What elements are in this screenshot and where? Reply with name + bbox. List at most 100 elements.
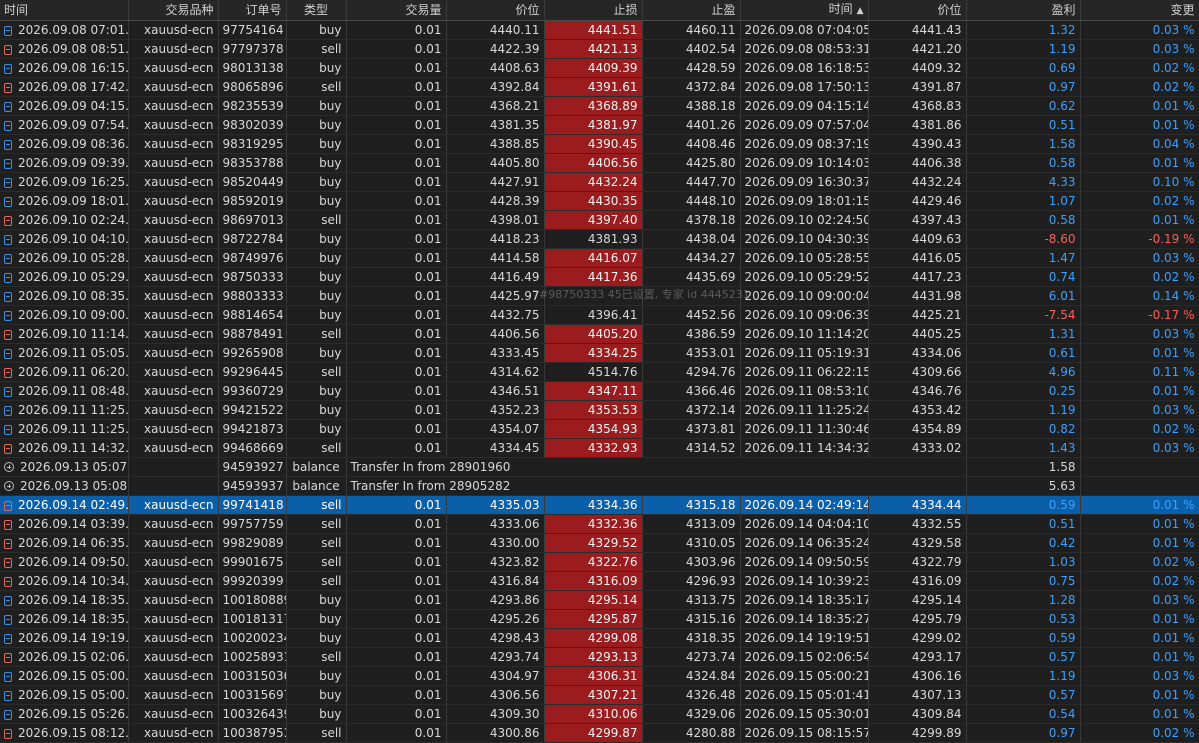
- table-row[interactable]: 2026.09.10 08:35... xauusd-ecn 98803333 buy…: [0, 286, 1199, 306]
- header-close-time[interactable]: 时间 ▲: [740, 0, 869, 21]
- table-row[interactable]: 2026.09.11 08:48... xauusd-ecn 99360729 buy…: [0, 381, 1199, 401]
- table-row[interactable]: 2026.09.14 18:35... xauusd-ecn 100180889 bu…: [0, 590, 1199, 610]
- cell-profit: 0.51: [966, 514, 1081, 534]
- cell-symbol: xauusd-ecn: [128, 267, 219, 287]
- table-row[interactable]: 2026.09.09 09:39... xauusd-ecn 98353788 buy…: [0, 153, 1199, 173]
- table-row[interactable]: 2026.09.11 11:25... xauusd-ecn 99421522 buy…: [0, 400, 1199, 420]
- header-type[interactable]: 类型: [286, 0, 347, 21]
- table-row[interactable]: 2026.09.15 08:12... xauusd-ecn 100387953 se…: [0, 723, 1199, 743]
- header-profit[interactable]: 盈利: [966, 0, 1081, 21]
- cell-volume: 0.01: [346, 20, 447, 40]
- table-row[interactable]: 2026.09.10 11:14... xauusd-ecn 98878491 sel…: [0, 324, 1199, 344]
- table-row[interactable]: 2026.09.14 19:19... xauusd-ecn 100200234 bu…: [0, 628, 1199, 648]
- cell-type: sell: [286, 552, 347, 572]
- table-row[interactable]: 2026.09.10 02:24... xauusd-ecn 98697013 sel…: [0, 210, 1199, 230]
- table-row[interactable]: 2026.09.08 07:01... xauusd-ecn 97754164 buy…: [0, 20, 1199, 40]
- cell-type: buy: [286, 685, 347, 705]
- cell-open-price: 4330.00: [446, 533, 545, 553]
- cell-open-price: 4405.80: [446, 153, 545, 173]
- cell-open-price: 4304.97: [446, 666, 545, 686]
- table-row[interactable]: 2026.09.08 08:51... xauusd-ecn 97797378 sel…: [0, 39, 1199, 59]
- cell-open-time: 2026.09.09 04:15...: [0, 96, 129, 116]
- cell-symbol: xauusd-ecn: [128, 533, 219, 553]
- cell-profit: 1.31: [966, 324, 1081, 344]
- cell-close-price: 4322.79: [868, 552, 967, 572]
- cell-stop-loss: 4416.07: [544, 248, 643, 268]
- cell-close-price: 4334.06: [868, 343, 967, 363]
- cell-open-time-text: 2026.09.14 02:49...: [18, 498, 128, 512]
- table-row[interactable]: 2026.09.14 03:39... xauusd-ecn 99757759 sel…: [0, 514, 1199, 534]
- table-row[interactable]: 2026.09.10 05:29... xauusd-ecn 98750333 buy…: [0, 267, 1199, 287]
- table-row[interactable]: 2026.09.10 05:28... xauusd-ecn 98749976 buy…: [0, 248, 1199, 268]
- cell-change: 0.10 %: [1080, 172, 1199, 192]
- cell-change: 0.02 %: [1080, 419, 1199, 439]
- cell-type: buy: [286, 419, 347, 439]
- table-row[interactable]: 2026.09.09 07:54... xauusd-ecn 98302039 buy…: [0, 115, 1199, 135]
- table-row[interactable]: 2026.09.14 10:34... xauusd-ecn 99920399 sel…: [0, 571, 1199, 591]
- table-row[interactable]: 2026.09.14 18:35... xauusd-ecn 100181317 bu…: [0, 609, 1199, 629]
- sell-deal-icon: [4, 558, 12, 568]
- header-volume[interactable]: 交易量: [346, 0, 447, 21]
- table-row[interactable]: 2026.09.08 16:15... xauusd-ecn 98013138 buy…: [0, 58, 1199, 78]
- table-row[interactable]: 2026.09.15 05:00... xauusd-ecn 100315036 bu…: [0, 666, 1199, 686]
- cell-change: 0.01 %: [1080, 704, 1199, 724]
- table-row[interactable]: 2026.09.14 09:50... xauusd-ecn 99901675 sel…: [0, 552, 1199, 572]
- cell-close-price: 4354.89: [868, 419, 967, 439]
- table-row[interactable]: 2026.09.09 08:36... xauusd-ecn 98319295 buy…: [0, 134, 1199, 154]
- header-close-price[interactable]: 价位: [868, 0, 967, 21]
- table-row[interactable]: 2026.09.09 04:15... xauusd-ecn 98235539 buy…: [0, 96, 1199, 116]
- table-row[interactable]: 2026.09.15 02:06... xauusd-ecn 100258931 se…: [0, 647, 1199, 667]
- cell-type: buy: [286, 20, 347, 40]
- header-open-price[interactable]: 价位: [446, 0, 545, 21]
- table-row[interactable]: 2026.09.15 05:00... xauusd-ecn 100315697 bu…: [0, 685, 1199, 705]
- cell-open-price: 4293.74: [446, 647, 545, 667]
- cell-open-time: 2026.09.09 08:36...: [0, 134, 129, 154]
- cell-open-time-text: 2026.09.08 17:42...: [18, 80, 128, 94]
- header-stop-loss[interactable]: 止损: [544, 0, 643, 21]
- table-row[interactable]: 2026.09.11 11:25... xauusd-ecn 99421873 buy…: [0, 419, 1199, 439]
- cell-open-time-text: 2026.09.13 05:07...: [20, 460, 128, 474]
- cell-profit: 0.97: [966, 723, 1081, 743]
- cell-open-price: 4352.23: [446, 400, 545, 420]
- table-row[interactable]: 2026.09.10 09:00... xauusd-ecn 98814654 buy…: [0, 305, 1199, 325]
- cell-comment: Transfer In from 28905282: [346, 476, 967, 496]
- cell-close-price: 4390.43: [868, 134, 967, 154]
- cell-open-time-text: 2026.09.11 05:05...: [18, 346, 128, 360]
- cell-open-time-text: 2026.09.14 18:35...: [18, 593, 128, 607]
- table-row[interactable]: 2026.09.08 17:42... xauusd-ecn 98065896 sel…: [0, 77, 1199, 97]
- header-take-profit[interactable]: 止盈: [642, 0, 741, 21]
- table-row[interactable]: 2026.09.11 05:05... xauusd-ecn 99265908 buy…: [0, 343, 1199, 363]
- cell-close-price: 4397.43: [868, 210, 967, 230]
- table-row[interactable]: 2026.09.14 02:49... xauusd-ecn 99741418 sel…: [0, 495, 1199, 515]
- cell-open-time: 2026.09.14 19:19...: [0, 628, 129, 648]
- table-row[interactable]: 2026.09.09 16:25... xauusd-ecn 98520449 buy…: [0, 172, 1199, 192]
- cell-order: 99741418: [218, 495, 287, 515]
- cell-open-price: 4314.62: [446, 362, 545, 382]
- header-change[interactable]: 变更: [1080, 0, 1199, 21]
- cell-symbol: xauusd-ecn: [128, 229, 219, 249]
- cell-open-time-text: 2026.09.14 06:35...: [18, 536, 128, 550]
- cell-comment: Transfer In from 28901960: [346, 457, 967, 477]
- cell-open-price: 4381.35: [446, 115, 545, 135]
- cell-symbol: [128, 476, 219, 496]
- cell-take-profit: 4448.10: [642, 191, 741, 211]
- cell-stop-loss: 4295.14: [544, 590, 643, 610]
- cell-type: buy: [286, 96, 347, 116]
- table-row[interactable]: 2026.09.11 14:32... xauusd-ecn 99468669 sel…: [0, 438, 1199, 458]
- table-row[interactable]: 2026.09.14 06:35... xauusd-ecn 99829089 sel…: [0, 533, 1199, 553]
- cell-open-time-text: 2026.09.10 09:00...: [18, 308, 128, 322]
- header-symbol[interactable]: 交易品种: [128, 0, 219, 21]
- header-open-time[interactable]: 时间: [0, 0, 129, 21]
- table-row[interactable]: 2026.09.11 06:20... xauusd-ecn 99296445 sel…: [0, 362, 1199, 382]
- cell-close-time: 2026.09.10 09:06:39: [740, 305, 869, 325]
- table-row[interactable]: 2026.09.15 05:26... xauusd-ecn 100326439 bu…: [0, 704, 1199, 724]
- table-row[interactable]: 2026.09.13 05:08... 94593937 balance Transf…: [0, 476, 1199, 496]
- table-row[interactable]: 2026.09.09 18:01... xauusd-ecn 98592019 buy…: [0, 191, 1199, 211]
- header-order[interactable]: 订单号: [218, 0, 287, 21]
- table-row[interactable]: 2026.09.13 05:07... 94593927 balance Transf…: [0, 457, 1199, 477]
- cell-profit: -7.54: [966, 305, 1081, 325]
- cell-open-time: 2026.09.10 02:24...: [0, 210, 129, 230]
- cell-profit: 0.51: [966, 115, 1081, 135]
- table-row[interactable]: 2026.09.10 04:10... xauusd-ecn 98722784 buy…: [0, 229, 1199, 249]
- cell-open-time-text: 2026.09.09 07:54...: [18, 118, 128, 132]
